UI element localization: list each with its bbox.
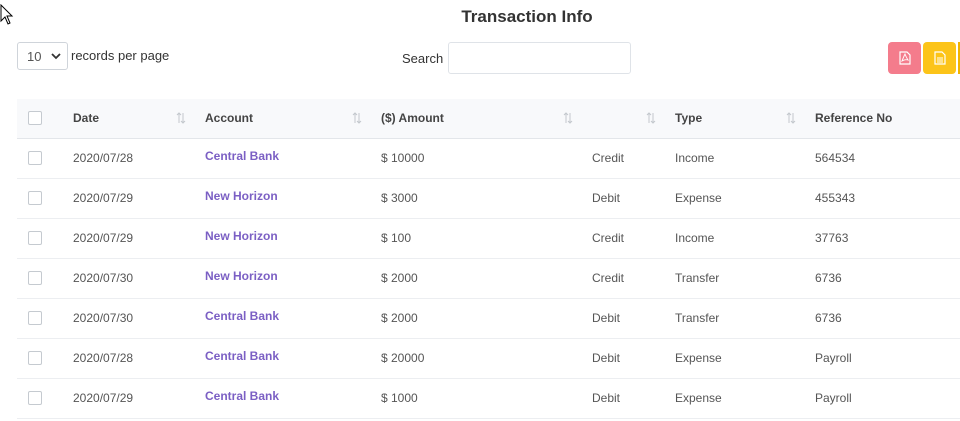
table-row: 2020/07/29 New Horizon $ 100 Credit Inco… xyxy=(17,218,960,259)
table-row: 2020/07/28 Central Bank $ 20000 Debit Ex… xyxy=(17,338,960,379)
date-cell: 2020/07/29 xyxy=(73,178,205,219)
row-select-cell xyxy=(17,338,73,379)
select-all-header xyxy=(17,99,73,139)
column-label: Date xyxy=(73,111,100,126)
pdf-export-button[interactable] xyxy=(888,42,921,74)
row-checkbox[interactable] xyxy=(28,151,42,165)
table-row: 2020/07/29 Central Bank $ 1000 Debit Exp… xyxy=(17,378,960,419)
direction-header[interactable] xyxy=(592,99,675,139)
direction-cell: Credit xyxy=(592,218,675,259)
account-link[interactable]: New Horizon xyxy=(205,218,381,259)
search-label: Search xyxy=(402,51,444,66)
date-cell: 2020/07/29 xyxy=(73,218,205,259)
row-select-cell xyxy=(17,178,73,219)
reference-cell: Payroll xyxy=(815,338,960,379)
table-row: 2020/07/30 New Horizon $ 2000 Credit Tra… xyxy=(17,258,960,299)
page-title: Transaction Info xyxy=(461,7,593,26)
row-checkbox[interactable] xyxy=(28,191,42,205)
column-label: Type xyxy=(675,111,703,126)
amount-header[interactable]: ($) Amount xyxy=(381,99,592,139)
search-input[interactable] xyxy=(448,42,631,74)
account-header[interactable]: Account xyxy=(205,99,381,139)
column-label: ($) Amount xyxy=(381,111,444,126)
page-length-select[interactable]: 10 xyxy=(17,42,68,70)
transactions-table: Date Account ($) Amount Type Reference N… xyxy=(17,99,960,421)
account-link[interactable]: New Horizon xyxy=(205,178,381,219)
direction-cell: Debit xyxy=(592,378,675,419)
type-cell: Income xyxy=(675,138,815,179)
row-select-cell xyxy=(17,138,73,179)
page-length-value: 10 xyxy=(27,48,42,64)
account-link[interactable]: Central Bank xyxy=(205,298,381,339)
account-link[interactable]: New Horizon xyxy=(205,258,381,299)
column-label: Reference No xyxy=(815,111,893,126)
date-cell: 2020/07/29 xyxy=(73,378,205,419)
date-cell: 2020/07/30 xyxy=(73,258,205,299)
date-cell: 2020/07/28 xyxy=(73,138,205,179)
chevron-down-icon xyxy=(51,53,61,60)
pdf-file-icon xyxy=(898,51,911,65)
amount-cell: $ 10000 xyxy=(381,138,592,179)
sort-icon xyxy=(786,112,796,124)
account-link[interactable]: Central Bank xyxy=(205,378,381,419)
type-cell: Expense xyxy=(675,378,815,419)
table-row: 2020/07/28 Central Bank $ 10000 Credit I… xyxy=(17,138,960,179)
document-icon xyxy=(933,51,946,65)
sort-icon xyxy=(176,112,186,124)
select-all-checkbox[interactable] xyxy=(28,111,42,126)
direction-cell: Debit xyxy=(592,298,675,339)
date-cell: 2020/07/30 xyxy=(73,298,205,339)
row-select-cell xyxy=(17,218,73,259)
account-link[interactable]: Central Bank xyxy=(205,338,381,379)
direction-cell: Credit xyxy=(592,258,675,299)
direction-cell: Credit xyxy=(592,138,675,179)
amount-cell: $ 2000 xyxy=(381,258,592,299)
sort-icon xyxy=(352,112,362,124)
sort-icon xyxy=(563,112,573,124)
row-select-cell xyxy=(17,258,73,299)
amount-cell: $ 3000 xyxy=(381,178,592,219)
row-checkbox[interactable] xyxy=(28,351,42,365)
reference-cell: 6736 xyxy=(815,298,960,339)
table-row: 2020/07/29 New Horizon $ 3000 Debit Expe… xyxy=(17,178,960,219)
reference-cell: 37763 xyxy=(815,218,960,259)
type-cell: Transfer xyxy=(675,258,815,299)
reference-cell: Payroll xyxy=(815,378,960,419)
amount-cell: $ 1000 xyxy=(381,378,592,419)
amount-cell: $ 20000 xyxy=(381,338,592,379)
reference-cell: 455343 xyxy=(815,178,960,219)
page-length-label: records per page xyxy=(71,48,170,63)
type-header[interactable]: Type xyxy=(675,99,815,139)
reference-cell: 564534 xyxy=(815,138,960,179)
type-cell: Expense xyxy=(675,338,815,379)
row-checkbox[interactable] xyxy=(28,231,42,245)
reference-cell: 6736 xyxy=(815,258,960,299)
account-link[interactable]: Central Bank xyxy=(205,138,381,179)
reference-header[interactable]: Reference No xyxy=(815,99,960,139)
type-cell: Income xyxy=(675,218,815,259)
type-cell: Transfer xyxy=(675,298,815,339)
row-checkbox[interactable] xyxy=(28,311,42,325)
row-checkbox[interactable] xyxy=(28,271,42,285)
row-select-cell xyxy=(17,298,73,339)
type-cell: Expense xyxy=(675,178,815,219)
table-row: 2020/07/30 Central Bank $ 2000 Debit Tra… xyxy=(17,298,960,339)
amount-cell: $ 100 xyxy=(381,218,592,259)
amount-cell: $ 2000 xyxy=(381,298,592,339)
table-header-row: Date Account ($) Amount Type Reference N… xyxy=(17,99,960,139)
direction-cell: Debit xyxy=(592,178,675,219)
column-label: Account xyxy=(205,111,253,126)
row-select-cell xyxy=(17,378,73,419)
document-export-button[interactable] xyxy=(923,42,956,74)
sort-icon xyxy=(646,112,656,124)
date-header[interactable]: Date xyxy=(73,99,205,139)
direction-cell: Debit xyxy=(592,338,675,379)
row-checkbox[interactable] xyxy=(28,391,42,405)
date-cell: 2020/07/28 xyxy=(73,338,205,379)
